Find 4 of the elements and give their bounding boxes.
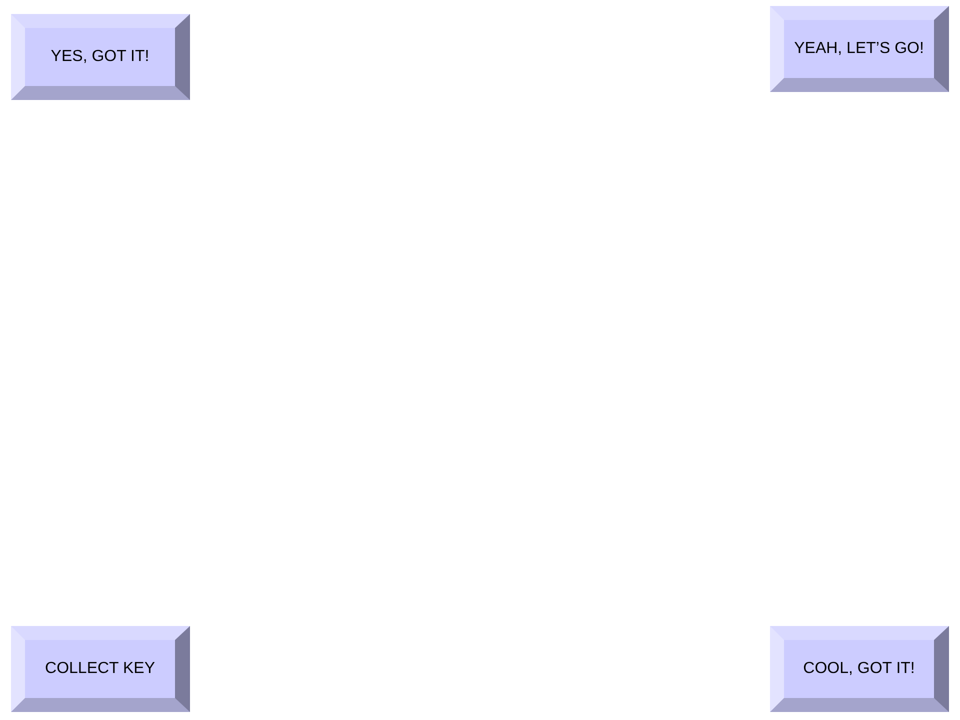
beveled-button[interactable]: COOL, GOT IT! <box>770 626 949 712</box>
beveled-button[interactable]: YEAH, LET’S GO! <box>770 6 949 92</box>
beveled-button[interactable]: YES, GOT IT! <box>11 14 190 100</box>
beveled-button[interactable]: COLLECT KEY <box>11 626 190 712</box>
